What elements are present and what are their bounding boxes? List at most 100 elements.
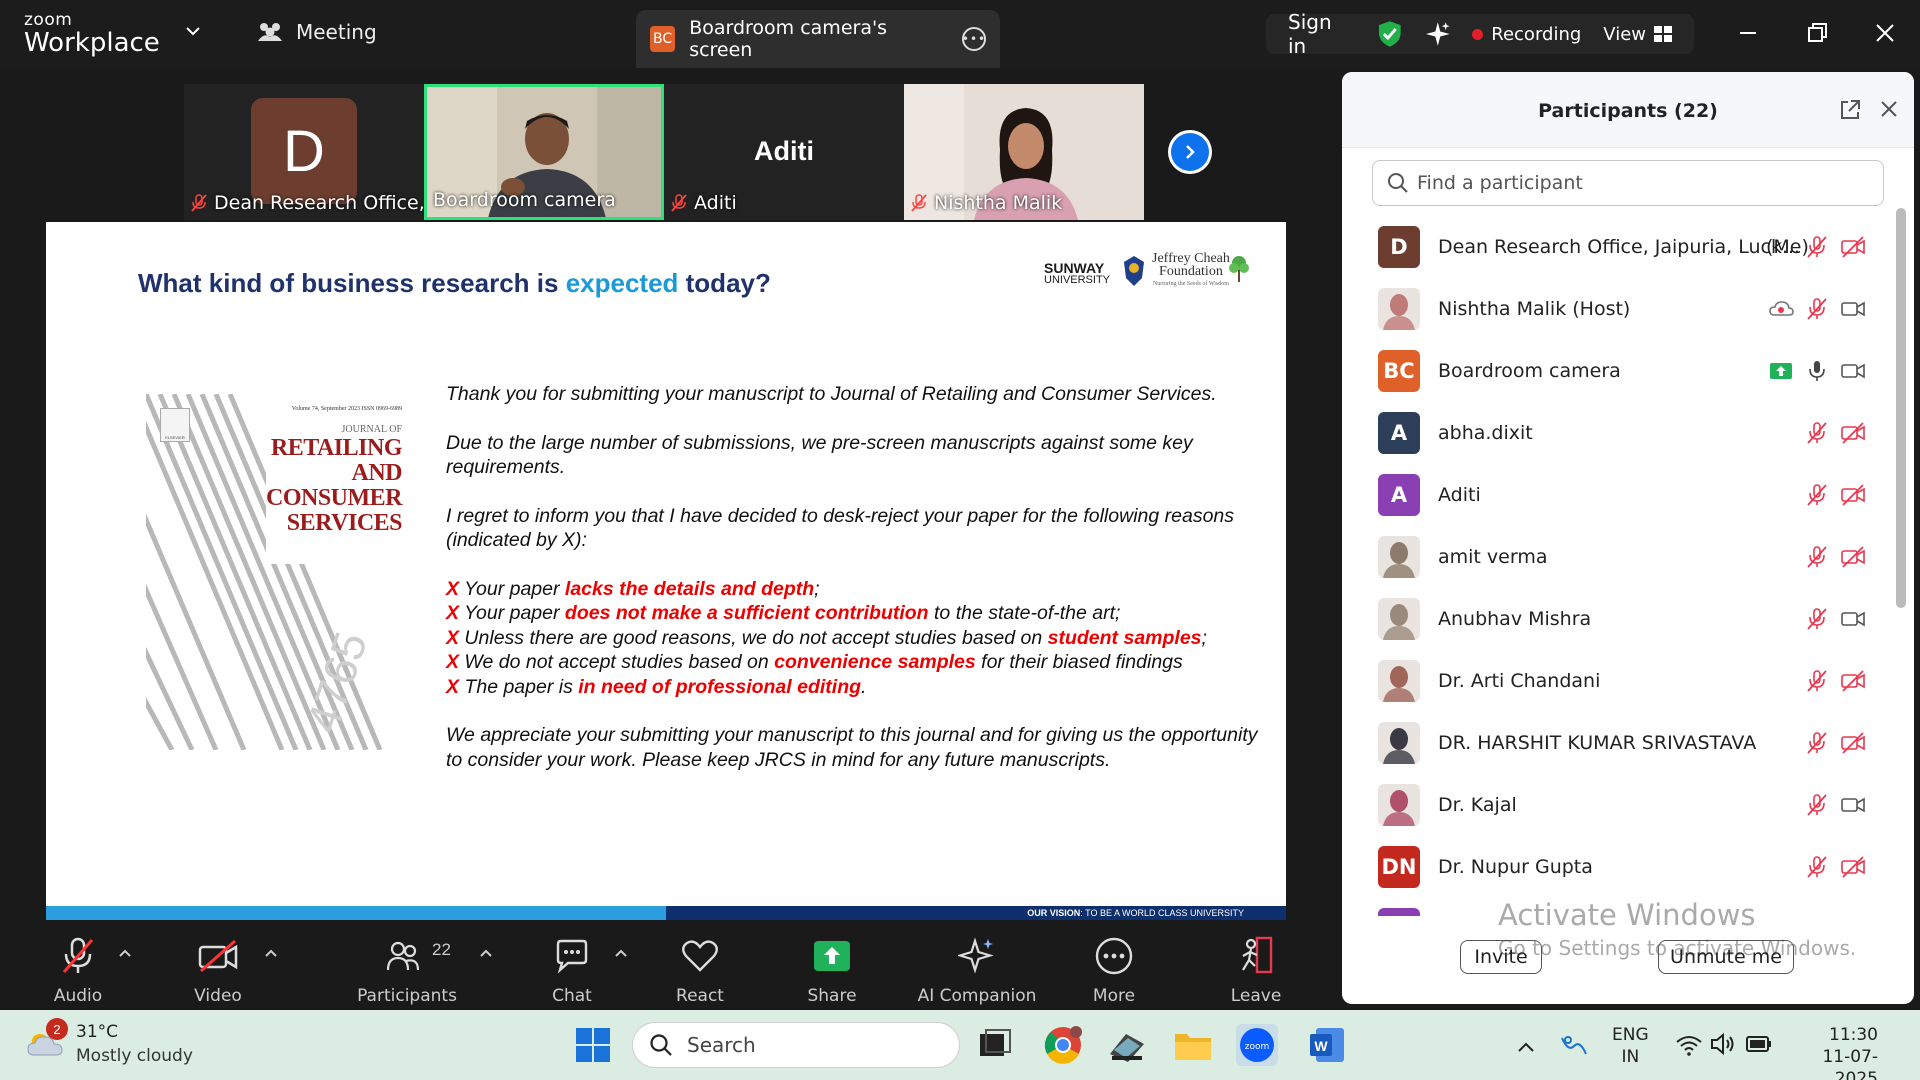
shared-screen-tab[interactable]: BC Boardroom camera's screen ••• <box>636 10 1000 68</box>
camera-icon[interactable] <box>1840 792 1866 818</box>
mic-muted-icon <box>191 194 207 212</box>
participant-row[interactable]: D Dean Research Office, Jaipuria, Luck...… <box>1342 216 1902 278</box>
pop-out-icon[interactable] <box>1838 98 1862 122</box>
sparkle-icon[interactable] <box>1425 21 1451 47</box>
next-page-button[interactable] <box>1168 130 1212 174</box>
chevron-up-icon[interactable] <box>614 946 628 960</box>
camera-off-icon[interactable] <box>1840 544 1866 570</box>
mic-muted-icon[interactable] <box>1804 606 1830 632</box>
camera-icon[interactable] <box>1840 358 1866 384</box>
share-badge: BC <box>650 26 676 52</box>
taskbar-search[interactable]: Search <box>632 1022 960 1068</box>
camera-off-icon[interactable] <box>1840 482 1866 508</box>
chevron-down-icon[interactable] <box>184 22 202 40</box>
mic-muted-icon[interactable] <box>1804 544 1830 570</box>
x-mark: X <box>446 602 460 624</box>
mic-muted-icon[interactable] <box>1804 420 1830 446</box>
invite-button[interactable]: Invite <box>1460 940 1542 974</box>
restore-icon[interactable] <box>1802 18 1832 48</box>
mic-muted-icon[interactable] <box>1804 296 1830 322</box>
participant-row[interactable]: amit verma <box>1342 526 1902 588</box>
pen-input-icon[interactable] <box>1558 1032 1590 1060</box>
camera-off-icon <box>198 939 238 973</box>
volume-icon[interactable] <box>1710 1032 1736 1056</box>
word-icon[interactable]: W <box>1306 1024 1348 1066</box>
unmute-me-button[interactable]: Unmute me <box>1658 940 1794 974</box>
mic-muted-icon[interactable] <box>1804 854 1830 880</box>
institution-logos: SUNWAY UNIVERSITY Jeffrey Cheah Foundati… <box>1044 250 1254 300</box>
mic-muted-icon[interactable] <box>1804 482 1830 508</box>
chevron-up-icon[interactable] <box>264 946 278 960</box>
camera-off-icon[interactable] <box>1840 234 1866 260</box>
battery-icon[interactable] <box>1746 1034 1772 1054</box>
mic-muted-icon[interactable] <box>1804 792 1830 818</box>
app-icon[interactable] <box>1106 1024 1148 1066</box>
participant-row[interactable]: Anubhav Mishra <box>1342 588 1902 650</box>
reason-highlight: student samples <box>1047 626 1202 649</box>
video-tile[interactable]: D Dean Research Office, ... <box>184 84 424 220</box>
mic-muted-icon[interactable] <box>1804 234 1830 260</box>
recording-indicator[interactable]: Recording <box>1472 24 1581 45</box>
chevron-up-icon[interactable] <box>1516 1040 1536 1054</box>
mic-muted-icon[interactable] <box>1804 730 1830 756</box>
avatar <box>1378 536 1420 578</box>
logo-zoom-text: zoom <box>24 10 73 30</box>
camera-icon[interactable] <box>1840 296 1866 322</box>
close-icon[interactable] <box>1870 18 1900 48</box>
chevron-up-icon[interactable] <box>118 946 132 960</box>
zoom-taskbar-icon[interactable]: zoom <box>1236 1024 1278 1066</box>
video-button[interactable]: Video <box>188 934 248 1006</box>
chevron-up-icon[interactable] <box>479 946 493 960</box>
sign-in-button[interactable]: Sign in <box>1288 10 1355 58</box>
camera-off-icon[interactable] <box>1840 854 1866 880</box>
chrome-icon[interactable] <box>1042 1024 1084 1066</box>
participant-row[interactable]: DR. HARSHIT KUMAR SRIVASTAVA <box>1342 712 1902 774</box>
view-button[interactable]: View <box>1603 24 1673 45</box>
search-input[interactable] <box>1417 172 1857 194</box>
people-icon <box>258 23 282 41</box>
minimize-icon[interactable] <box>1733 18 1763 48</box>
more-options-icon[interactable]: ••• <box>962 27 986 51</box>
scrollbar[interactable] <box>1896 208 1906 608</box>
participant-search[interactable] <box>1372 160 1884 206</box>
participants-count: 22 <box>432 940 451 959</box>
recording-label: Recording <box>1491 23 1582 45</box>
windows-start-icon[interactable] <box>572 1024 614 1066</box>
participant-row[interactable]: A Aditi <box>1342 464 1902 526</box>
participant-row[interactable]: Dr. Arti Chandani <box>1342 650 1902 712</box>
share-button[interactable]: Share <box>802 934 862 1006</box>
participant-row[interactable]: BC Boardroom camera <box>1342 340 1902 402</box>
chat-button[interactable]: Chat <box>542 934 602 1006</box>
video-tile-active-speaker[interactable]: Boardroom camera <box>424 84 664 220</box>
title-text: What kind of business research is <box>138 268 566 298</box>
mic-icon[interactable] <box>1804 358 1830 384</box>
participant-row[interactable]: DN Dr. Nupur Gupta <box>1342 836 1902 898</box>
audio-button[interactable]: Audio <box>48 934 108 1006</box>
camera-off-icon[interactable] <box>1840 420 1866 446</box>
participant-row[interactable]: Dr. Kajal <box>1342 774 1902 836</box>
participant-row[interactable]: Aabha.dixit <box>1342 402 1902 464</box>
chat-label: Chat <box>552 986 592 1006</box>
camera-off-icon[interactable] <box>1840 668 1866 694</box>
participant-row[interactable]: Nishtha Malik (Host) <box>1342 278 1902 340</box>
cover-title-line: CONSUMER <box>265 485 403 511</box>
close-icon[interactable] <box>1878 98 1900 120</box>
ai-companion-button[interactable]: AI Companion <box>914 934 1040 1006</box>
clock[interactable]: 11:30 11-07-2025 <box>1798 1024 1878 1080</box>
camera-icon[interactable] <box>1840 606 1866 632</box>
file-explorer-icon[interactable] <box>1172 1024 1214 1066</box>
participants-panel: Participants (22) D Dean Research Office,… <box>1342 72 1914 1004</box>
meeting-tab[interactable]: Meeting <box>256 20 377 44</box>
shield-check-icon[interactable] <box>1377 20 1403 48</box>
wifi-icon[interactable] <box>1676 1034 1702 1056</box>
language-indicator[interactable]: ENG IN <box>1612 1024 1649 1068</box>
publisher-logo: ELSEVIER <box>160 408 190 442</box>
video-tile[interactable]: Aditi Aditi <box>664 84 904 220</box>
video-tile[interactable]: Nishtha Malik <box>904 84 1144 220</box>
task-view-icon[interactable] <box>974 1024 1016 1066</box>
more-button[interactable]: More <box>1084 934 1144 1006</box>
react-button[interactable]: React <box>670 934 730 1006</box>
mic-muted-icon[interactable] <box>1804 668 1830 694</box>
leave-button[interactable]: Leave <box>1226 934 1286 1006</box>
camera-off-icon[interactable] <box>1840 730 1866 756</box>
